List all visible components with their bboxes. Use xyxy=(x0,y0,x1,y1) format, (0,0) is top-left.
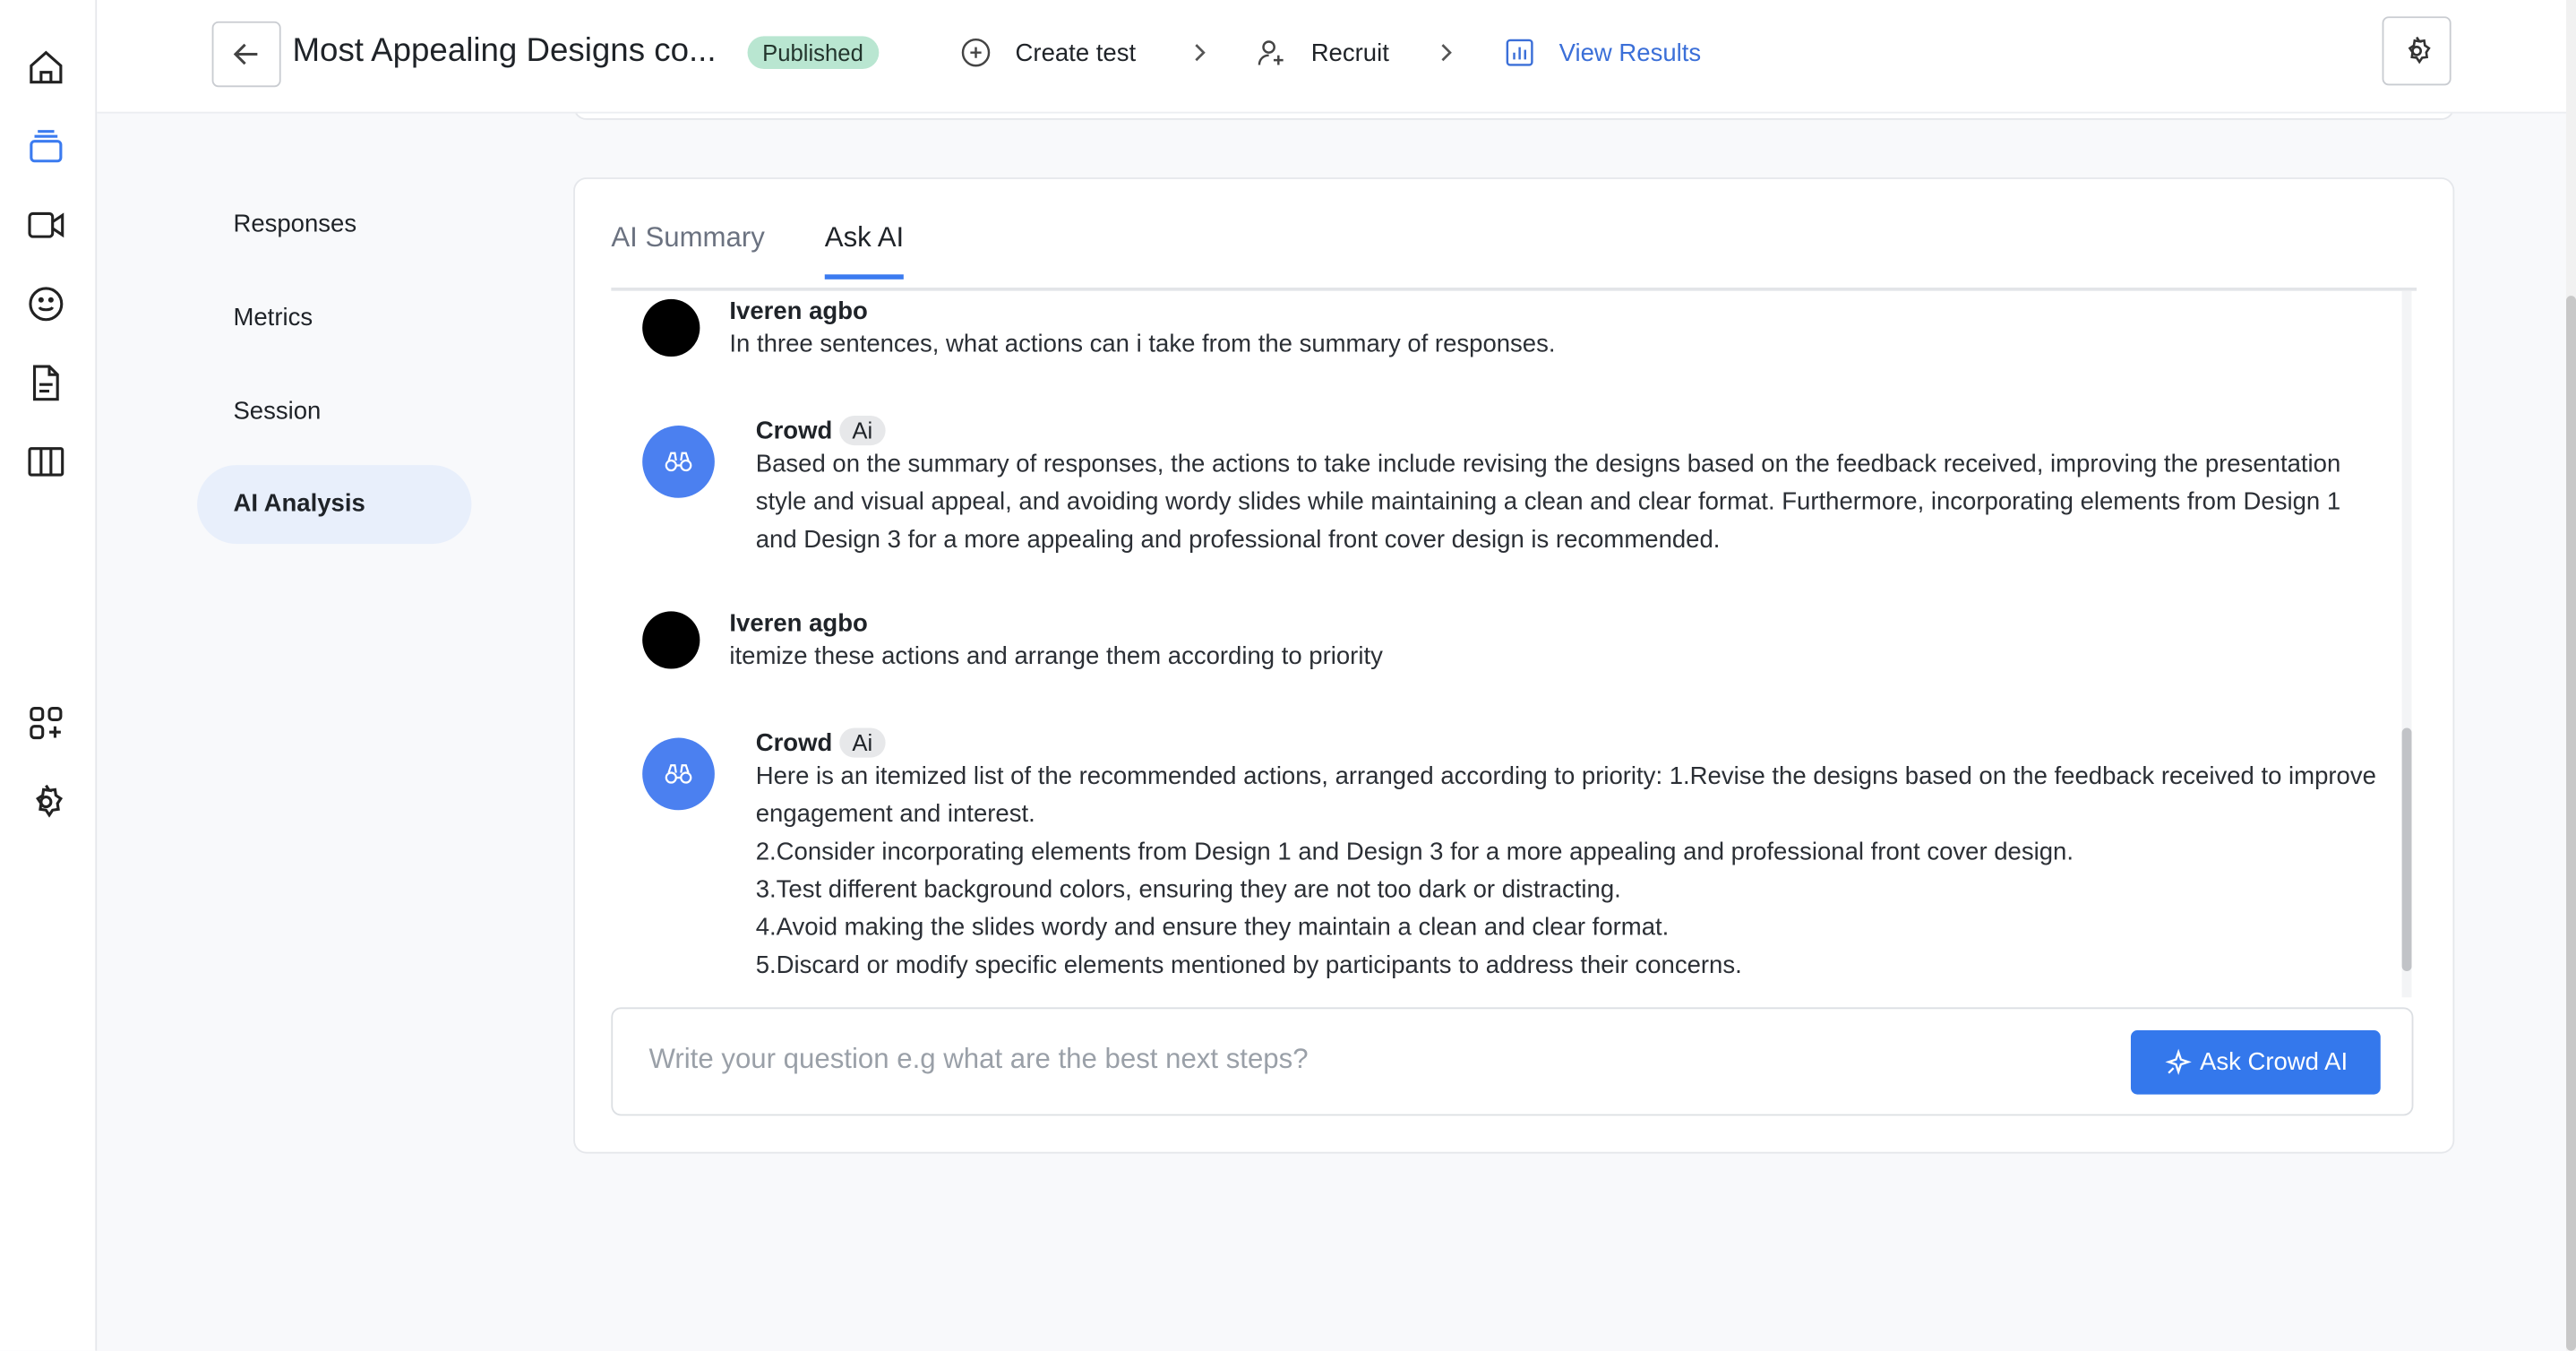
message-text: Based on the summary of responses, the a… xyxy=(755,450,2341,555)
sidebar-item-ai-analysis[interactable]: AI Analysis xyxy=(197,465,472,545)
message-text: In three sentences, what actions can i t… xyxy=(729,330,1556,358)
message-line: Here is an itemized list of the recommen… xyxy=(755,762,2376,829)
tab-ask-ai[interactable]: Ask AI xyxy=(824,222,905,280)
step-label: View Results xyxy=(1558,39,1702,67)
settings-button[interactable] xyxy=(2382,16,2451,86)
sidebar-item-responses[interactable]: Responses xyxy=(197,185,471,264)
settings-icon[interactable] xyxy=(26,782,65,822)
page-title: Most Appealing Designs co... xyxy=(292,32,717,70)
binoculars-icon xyxy=(665,452,692,472)
message-line: 4.Avoid making the slides wordy and ensu… xyxy=(755,913,1670,942)
tab-bar: AI Summary Ask AI xyxy=(611,215,2417,291)
layers-icon[interactable] xyxy=(26,126,65,166)
back-button[interactable] xyxy=(211,21,281,88)
author-name: Iveren agbo xyxy=(729,297,868,326)
ask-crowd-ai-button[interactable]: Ask Crowd AI xyxy=(2130,1030,2381,1095)
apps-add-icon[interactable] xyxy=(26,703,65,743)
message-line: 3.Test different background colors, ensu… xyxy=(755,875,1621,904)
ai-avatar xyxy=(642,737,715,811)
message-line: 2.Consider incorporating elements from D… xyxy=(755,838,2074,866)
message-text: itemize these actions and arrange them a… xyxy=(729,642,1383,671)
user-message: Iveren agbo In three sentences, what act… xyxy=(642,297,2379,363)
step-view-results[interactable]: View Results xyxy=(1503,36,1701,69)
chevron-right-icon xyxy=(1441,44,1452,62)
sidebar-item-session[interactable]: Session xyxy=(197,373,471,452)
chat-thread: Iveren agbo In three sentences, what act… xyxy=(611,290,2412,998)
question-input[interactable] xyxy=(645,1041,2099,1079)
step-label: Create test xyxy=(1015,39,1137,67)
user-avatar xyxy=(642,298,700,357)
question-composer: Ask Crowd AI xyxy=(611,1007,2414,1116)
sidebar-item-metrics[interactable]: Metrics xyxy=(197,280,471,358)
video-icon[interactable] xyxy=(26,205,65,245)
author-name: Crowd xyxy=(755,729,833,758)
step-label: Recruit xyxy=(1310,39,1389,67)
page-scrollbar[interactable] xyxy=(2566,0,2576,1351)
binoculars-icon xyxy=(665,764,692,784)
status-badge: Published xyxy=(747,36,879,70)
home-icon[interactable] xyxy=(26,47,65,87)
columns-icon[interactable] xyxy=(26,442,65,481)
arrow-left-icon xyxy=(233,43,258,65)
button-label: Ask Crowd AI xyxy=(2199,1048,2348,1077)
plus-circle-icon xyxy=(961,38,991,67)
author-name: Crowd xyxy=(755,417,833,446)
top-bar: Most Appealing Designs co... Published C… xyxy=(97,0,2576,114)
chart-icon xyxy=(1506,39,1533,66)
gear-icon xyxy=(2408,36,2431,65)
ai-message: Crowd Ai Here is an itemized list of the … xyxy=(642,727,2379,985)
document-icon[interactable] xyxy=(26,363,65,402)
sparkle-icon xyxy=(2165,1047,2192,1075)
tab-ai-summary[interactable]: AI Summary xyxy=(611,222,765,275)
user-plus-icon xyxy=(1258,40,1284,65)
user-avatar xyxy=(642,611,700,669)
ai-message: Crowd Ai Based on the summary of response… xyxy=(642,416,2379,559)
ai-tag: Ai xyxy=(838,727,886,758)
scroll-thumb[interactable] xyxy=(2401,727,2412,972)
author-name: Iveren agbo xyxy=(729,609,868,638)
icon-rail xyxy=(0,0,98,1351)
ai-tag: Ai xyxy=(838,416,886,446)
step-create-test[interactable]: Create test xyxy=(959,36,1136,69)
smiley-icon[interactable] xyxy=(26,284,65,323)
user-message: Iveren agbo itemize these actions and ar… xyxy=(642,609,2379,675)
message-line: 5.Discard or modify specific elements me… xyxy=(755,951,1742,980)
step-recruit[interactable]: Recruit xyxy=(1255,36,1389,69)
ai-panel: AI Summary Ask AI Iveren agbo In three s… xyxy=(573,177,2455,1154)
scroll-thumb[interactable] xyxy=(2566,296,2576,1351)
ai-avatar xyxy=(642,426,715,498)
chat-scrollbar[interactable] xyxy=(2401,290,2412,998)
chevron-right-icon xyxy=(1195,44,1206,62)
